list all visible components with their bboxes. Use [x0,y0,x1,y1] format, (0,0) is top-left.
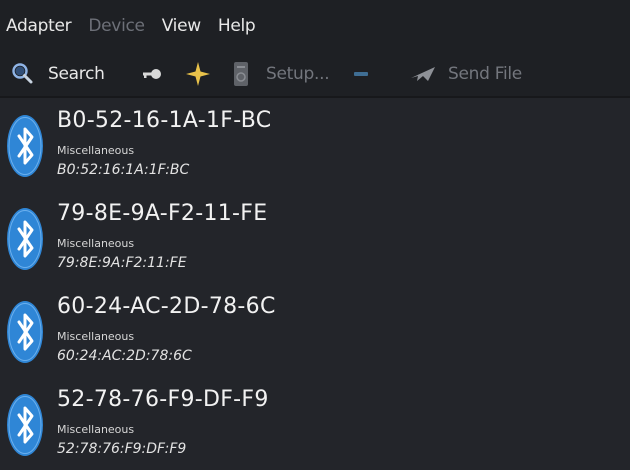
search-icon [12,63,33,84]
bluetooth-icon [7,208,43,270]
device-address: 60:24:AC:2D:78:6C [57,348,192,364]
device-address: 79:8E:9A:F2:11:FE [57,255,187,271]
star-icon [186,62,210,86]
menu-bar: Adapter Device View Help [0,0,630,52]
bluetooth-icon [7,394,43,456]
device-row[interactable]: 79-8E-9A-F2-11-FE Miscellaneous 79:8E:9A… [0,191,630,284]
device-address: 52:78:76:F9:DF:F9 [57,441,187,457]
device-name: 52-78-76-F9-DF-F9 [57,387,269,412]
remove-button[interactable] [352,52,370,96]
bluetooth-icon [7,115,43,177]
device-list: B0-52-16-1A-1F-BC Miscellaneous B0:52:16… [0,98,630,470]
device-row[interactable]: 60-24-AC-2D-78-6C Miscellaneous 60:24:AC… [0,284,630,377]
minus-icon [354,72,368,76]
menu-help[interactable]: Help [216,16,265,36]
send-file-label: Send File [448,64,522,84]
menu-view[interactable]: View [160,16,210,36]
favorite-button[interactable] [184,52,212,96]
device-row[interactable]: 52-78-76-F9-DF-F9 Miscellaneous 52:78:76… [0,377,630,470]
device-name: B0-52-16-1A-1F-BC [57,108,272,133]
device-category: Miscellaneous [57,330,135,343]
device-row[interactable]: B0-52-16-1A-1F-BC Miscellaneous B0:52:16… [0,98,630,191]
device-category: Miscellaneous [57,423,135,436]
key-icon [143,69,161,79]
bluetooth-icon [7,301,43,363]
toolbar: Search Setup... Send File [0,52,630,98]
device-address: B0:52:16:1A:1F:BC [57,162,190,178]
device-name: 79-8E-9A-F2-11-FE [57,201,268,226]
setup-label: Setup... [266,64,330,84]
menu-device[interactable]: Device [86,16,153,36]
device-category: Miscellaneous [57,237,135,250]
send-file-button[interactable]: Send File [409,52,522,96]
device-name: 60-24-AC-2D-78-6C [57,294,276,319]
device-category: Miscellaneous [57,144,135,157]
paper-plane-icon [411,67,435,81]
menu-adapter[interactable]: Adapter [4,16,80,36]
search-button[interactable]: Search [10,52,105,96]
setup-button[interactable]: Setup... [231,52,330,96]
trust-button[interactable] [140,52,164,96]
search-label: Search [48,64,105,84]
bluetooth-manager-window: Adapter Device View Help Search Setup...… [0,0,630,469]
document-icon [234,62,248,86]
